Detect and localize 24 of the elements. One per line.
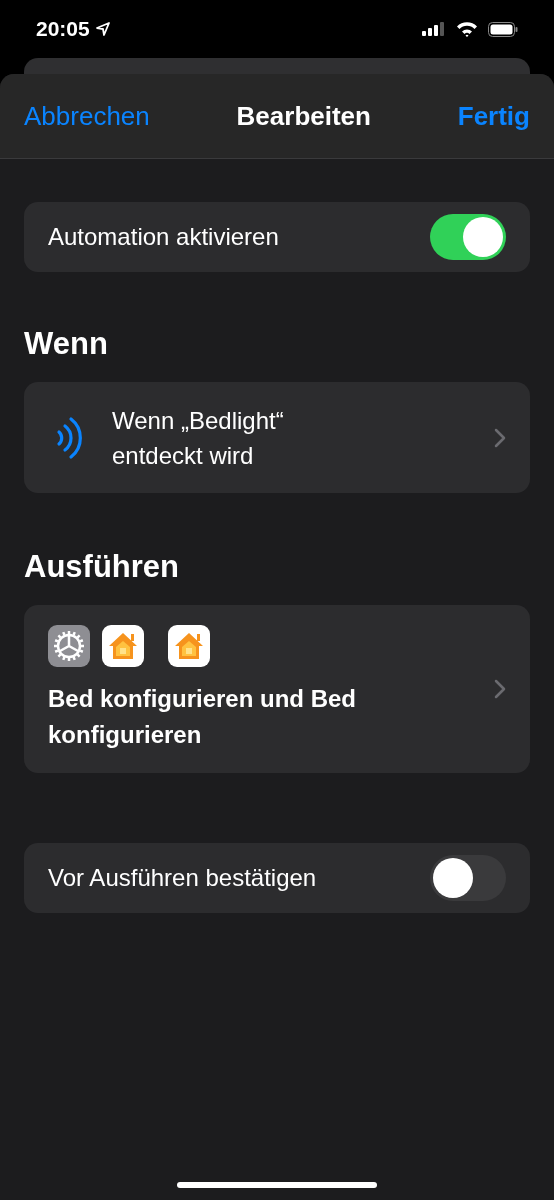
trigger-description: Wenn „Bedlight“ entdeckt wird [112, 405, 285, 471]
toggle-switch[interactable] [430, 214, 506, 260]
trigger-card[interactable]: Wenn „Bedlight“ entdeckt wird [24, 382, 530, 493]
house-app-icon [102, 625, 144, 667]
signal-icon [422, 22, 446, 36]
gear-app-icon [48, 625, 90, 667]
row-label: Vor Ausführen bestätigen [48, 864, 317, 892]
cancel-button[interactable]: Abbrechen [24, 100, 150, 132]
wifi-icon [456, 21, 478, 37]
status-time: 20:05 [36, 17, 90, 41]
done-button[interactable]: Fertig [457, 100, 530, 132]
section-heading: Ausführen [23, 549, 180, 585]
sheet-title: Bearbeiten [236, 100, 371, 132]
chevron-icon [494, 679, 506, 699]
action-card[interactable]: Bed konfigurieren und Bed konfigurieren [24, 605, 530, 773]
chevron-icon [494, 427, 506, 448]
row-label: Automation aktivieren [48, 223, 279, 251]
section-heading: Wenn [23, 326, 109, 362]
house-app-icon [168, 625, 210, 667]
action-description: Bed konfigurieren und Bed konfigurieren [48, 684, 357, 750]
toggle-switch[interactable] [430, 855, 506, 901]
battery-icon [488, 21, 518, 37]
signal-waves-icon [56, 415, 82, 460]
location-arrow-icon [95, 22, 110, 36]
